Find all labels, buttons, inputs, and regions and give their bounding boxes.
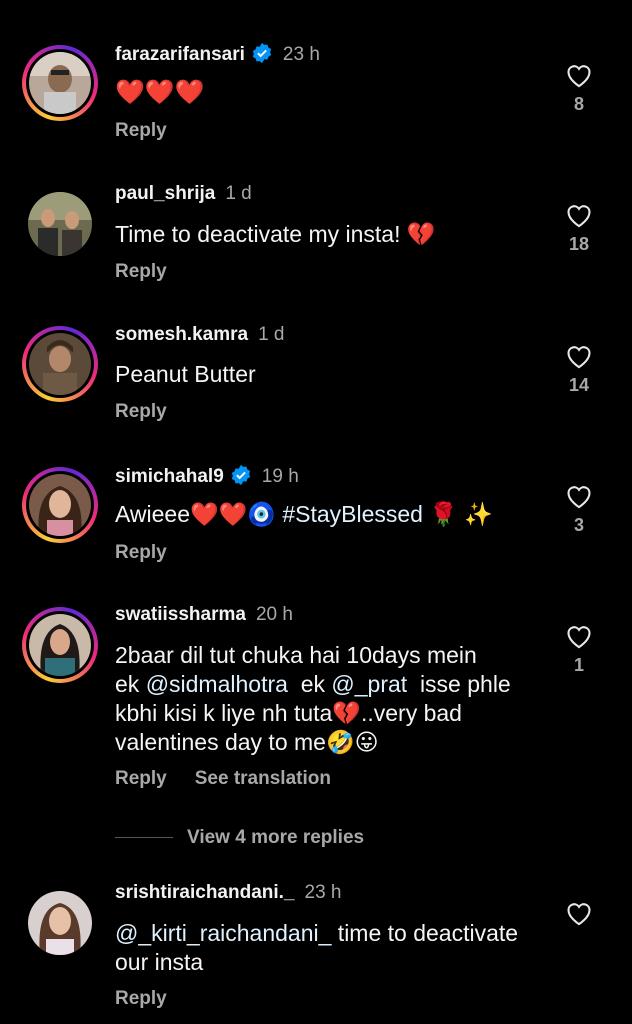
like-control[interactable]: 8 [562,62,596,115]
comment-actions: Reply [115,401,167,423]
reply-button[interactable]: Reply [115,768,167,789]
like-control[interactable]: 1 [562,623,596,676]
see-translation-button[interactable]: See translation [195,768,331,789]
comment-text-line: valentines day to me🤣😛 [115,729,379,755]
avatar [29,52,91,114]
comment-text-fragment: ek [115,671,146,697]
mention-link[interactable]: @sidmalhotra [146,671,288,697]
username[interactable]: farazarifansari [115,44,245,65]
comment-text-tail: 🌹 ✨ [422,501,494,527]
comment-time: 19 h [261,466,299,487]
comment-text-fragment: isse phle [407,671,511,697]
comment-time: 20 h [255,604,293,625]
reply-button[interactable]: Reply [115,120,167,141]
comment-time: 1 d [225,183,252,204]
verified-badge-icon [230,464,252,492]
username[interactable]: paul_shrija [115,183,215,204]
avatar-story-ring[interactable] [22,607,98,683]
comment-actions: Reply [115,261,167,283]
comment-text-plain: Awieee❤️❤️🧿 [115,501,283,527]
comment-header: srishtiraichandani._ 23 h [115,882,342,904]
comment-text-line: @_kirti_raichandani_ time to deactivate [115,919,575,948]
comment-header: swatiissharma 20 h [115,604,293,626]
avatar [29,333,91,395]
heart-outline-icon[interactable] [565,343,593,369]
divider [115,837,173,839]
mention-link[interactable]: @_kirti_raichandani_ [115,920,331,946]
comment-header: paul_shrija 1 d [115,183,252,205]
comment-text: ❤️❤️❤️ [115,79,205,106]
heart-outline-icon[interactable] [565,202,593,228]
hashtag-link[interactable]: #StayBlessed [282,501,423,527]
comment-text-line: ek @sidmalhotra ek @_prat isse phle [115,670,555,699]
username[interactable]: somesh.kamra [115,324,248,345]
comment-header: simichahal9 19 h [115,464,299,492]
comment-actions: Reply See translation [115,768,331,790]
comment-text-line: kbhi kisi k liye nh tuta💔..very bad [115,700,462,726]
reply-button[interactable]: Reply [115,542,167,563]
comment-actions: Reply [115,988,167,1010]
comment-text: @_kirti_raichandani_ time to deactivate o… [115,919,575,977]
like-control[interactable]: 14 [562,343,596,396]
comment-time: 1 d [258,324,285,345]
reply-button[interactable]: Reply [115,261,167,282]
comment-header: farazarifansari 23 h [115,42,320,70]
like-control[interactable]: 18 [562,202,596,255]
reply-button[interactable]: Reply [115,401,167,422]
comment-text: 2baar dil tut chuka hai 10days mein ek @s… [115,641,555,757]
avatar [28,192,92,256]
avatar-frame[interactable] [22,186,98,262]
avatar [28,891,92,955]
heart-outline-icon[interactable] [565,623,593,649]
comment-text-line: our insta [115,949,204,975]
heart-outline-icon[interactable] [565,900,593,926]
comment-time: 23 h [304,882,342,903]
comment-text-line: 2baar dil tut chuka hai 10days mein [115,642,477,668]
like-control[interactable]: 3 [562,483,596,536]
username[interactable]: swatiissharma [115,604,246,625]
like-control[interactable] [562,900,596,926]
like-count: 14 [568,375,590,395]
avatar-story-ring[interactable] [22,467,98,543]
like-count: 8 [573,94,584,114]
heart-outline-icon[interactable] [565,483,593,509]
avatar-story-ring[interactable] [22,45,98,121]
verified-badge-icon [251,42,273,70]
comment-text: Time to deactivate my insta! 💔 [115,221,436,247]
mention-link[interactable]: @_prat [331,671,407,697]
comment-header: somesh.kamra 1 d [115,324,285,346]
avatar-story-ring[interactable] [22,326,98,402]
comment-text-fragment: time to deactivate [331,920,519,946]
comment-time: 23 h [282,44,320,65]
view-more-replies-button[interactable]: View 4 more replies [115,827,364,849]
like-count: 3 [573,515,584,535]
avatar [29,614,91,676]
comment-actions: Reply [115,120,167,142]
heart-outline-icon[interactable] [565,62,593,88]
reply-button[interactable]: Reply [115,988,167,1009]
avatar [29,474,91,536]
comment-text: Peanut Butter [115,361,256,387]
like-count: 18 [568,234,590,254]
username[interactable]: simichahal9 [115,466,224,487]
username[interactable]: srishtiraichandani._ [115,882,295,903]
like-count: 1 [573,655,584,675]
comment-text-fragment: ek [287,671,332,697]
view-more-replies-label: View 4 more replies [187,827,365,848]
comment-actions: Reply [115,542,167,564]
avatar-frame[interactable] [22,885,98,961]
comment-text: Awieee❤️❤️🧿 #StayBlessed 🌹 ✨ [115,500,555,529]
